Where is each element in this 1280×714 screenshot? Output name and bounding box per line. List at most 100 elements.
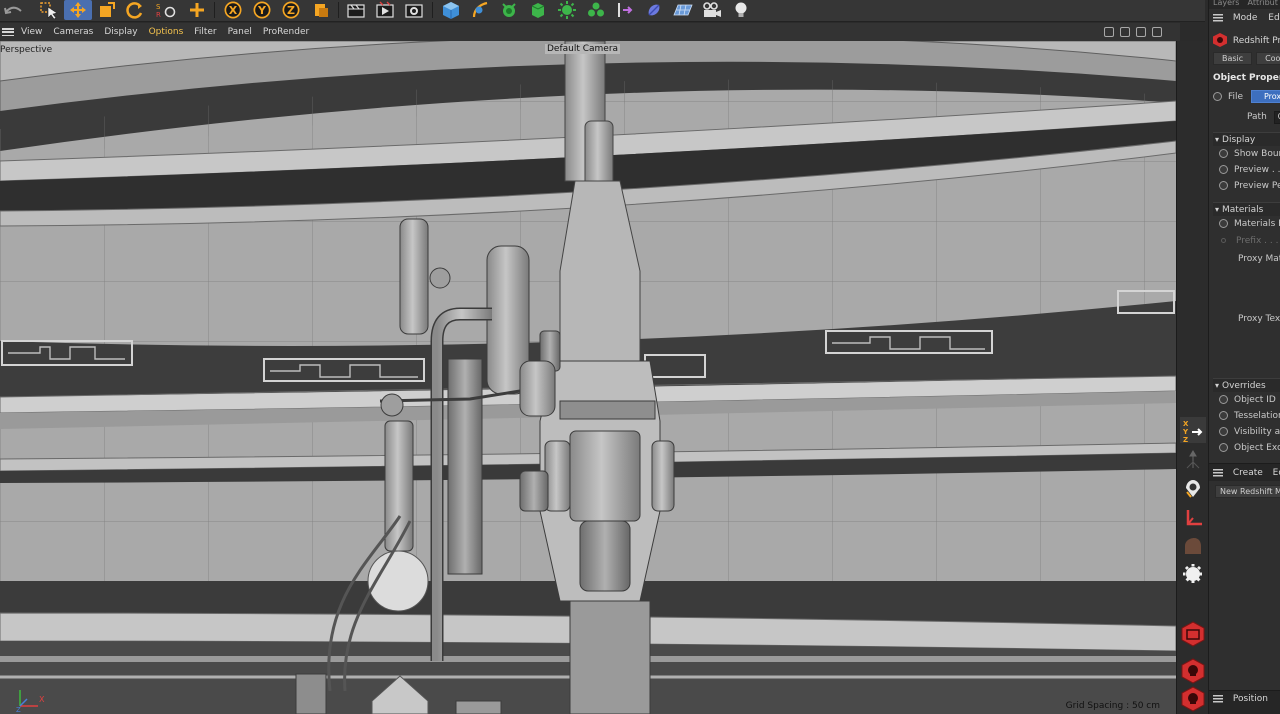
materials-label-1: Materials F <box>1234 219 1280 229</box>
new-redshift-material-button[interactable]: New Redshift M <box>1215 485 1280 498</box>
mograph-icon[interactable] <box>554 0 580 20</box>
overrides-radio-2[interactable] <box>1219 411 1228 420</box>
redshift-light-icon[interactable] <box>1180 686 1206 712</box>
display-radio-1[interactable] <box>1219 149 1228 158</box>
menu-cameras[interactable]: Cameras <box>53 27 93 37</box>
xyz-icon[interactable]: XYZ <box>1180 417 1206 443</box>
material-manager-header: Create Ed <box>1209 463 1280 481</box>
orbit-icon[interactable] <box>1136 27 1146 37</box>
light-icon[interactable] <box>728 0 754 20</box>
edit-menu-materials[interactable]: Ed <box>1273 468 1280 478</box>
tab-layers[interactable]: Layers <box>1213 0 1239 9</box>
tab-basic[interactable]: Basic <box>1213 52 1253 65</box>
undo-icon[interactable] <box>0 0 26 20</box>
redshift-render-icon[interactable] <box>1180 621 1206 647</box>
menu-filter[interactable]: Filter <box>194 27 216 37</box>
viewport-menu-hamburger-icon[interactable] <box>2 28 14 36</box>
display-radio-2[interactable] <box>1219 165 1228 174</box>
materials-section-header[interactable]: Materials <box>1213 202 1280 216</box>
pan-icon[interactable] <box>1104 27 1114 37</box>
panel-tabs: Layers Attribut <box>1209 0 1280 9</box>
scale-rotate-icon[interactable]: SR <box>152 0 180 20</box>
deformer-icon[interactable] <box>612 0 638 20</box>
path-row: Path C <box>1209 111 1280 124</box>
svg-text:R: R <box>156 11 161 19</box>
prefix-row: Prefix . . . <box>1209 236 1280 246</box>
display-radio-3[interactable] <box>1219 181 1228 190</box>
redshift-ipr-icon[interactable] <box>1180 658 1206 684</box>
maximize-icon[interactable] <box>1152 27 1162 37</box>
gear-icon[interactable] <box>1180 561 1206 587</box>
render-view-icon[interactable] <box>372 0 398 20</box>
x-axis-lock[interactable]: X <box>219 0 246 20</box>
create-menu[interactable]: Create <box>1233 468 1263 478</box>
subdivision-icon[interactable] <box>496 0 522 20</box>
overrides-radio-3[interactable] <box>1219 427 1228 436</box>
cube-icon[interactable] <box>438 0 464 20</box>
axis-z-label: Z <box>16 706 21 712</box>
redshift-proxy-icon <box>1213 33 1227 47</box>
move-axis-icon[interactable] <box>1180 447 1206 473</box>
overrides-label-1: Object ID <box>1234 395 1276 405</box>
edit-menu[interactable]: Edi <box>1268 13 1280 23</box>
materials-item-1[interactable]: Materials F <box>1209 219 1280 229</box>
lighting-icon[interactable] <box>1180 475 1206 501</box>
rotate-icon[interactable] <box>122 0 148 20</box>
menu-prorender[interactable]: ProRender <box>263 27 309 37</box>
tab-attributes[interactable]: Attribut <box>1247 0 1277 9</box>
camera-icon[interactable] <box>699 0 725 20</box>
object-properties-heading: Object Propertie <box>1213 73 1280 83</box>
xyz-x-letter: X <box>1183 420 1189 428</box>
xyz-y-letter: Y <box>1182 428 1189 436</box>
panel-mode-row: Mode Edi <box>1209 13 1280 23</box>
coordinates-header: Position <box>1209 690 1280 714</box>
scale-icon[interactable] <box>94 0 120 20</box>
menu-panel[interactable]: Panel <box>228 27 252 37</box>
add-icon[interactable] <box>184 0 210 20</box>
overrides-item-2[interactable]: Tesselation <box>1209 411 1280 421</box>
display-item-1[interactable]: Show Bour <box>1209 149 1280 159</box>
dolly-icon[interactable] <box>1120 27 1130 37</box>
display-item-2[interactable]: Preview . . <box>1209 165 1280 175</box>
axis-handle-icon[interactable] <box>1180 505 1206 531</box>
coordinates-menu-hamburger-icon[interactable] <box>1213 694 1223 703</box>
tab-coordinates[interactable]: Coor <box>1256 52 1280 65</box>
path-field[interactable]: C <box>1273 111 1280 124</box>
material-icon[interactable] <box>1180 533 1206 559</box>
overrides-section-header[interactable]: Overrides <box>1213 378 1280 392</box>
field-icon[interactable] <box>641 0 667 20</box>
floor-icon[interactable] <box>670 0 696 20</box>
select-icon[interactable] <box>36 0 62 20</box>
xyz-z-letter: Z <box>1183 436 1188 442</box>
z-axis-lock[interactable]: Z <box>277 0 304 20</box>
move-icon[interactable] <box>64 0 92 20</box>
coordinate-system-icon[interactable] <box>308 0 334 20</box>
file-radio[interactable] <box>1213 92 1222 101</box>
menu-options[interactable]: Options <box>149 27 184 37</box>
camera-label[interactable]: Default Camera <box>545 44 621 54</box>
panel-menu-hamburger-icon[interactable] <box>1213 13 1223 22</box>
menu-view[interactable]: View <box>21 27 42 37</box>
object-name: Redshift Pro <box>1232 35 1280 46</box>
z-axis-letter: Z <box>287 4 295 17</box>
proxy-button[interactable]: Proxy <box>1250 90 1280 103</box>
overrides-item-3[interactable]: Visibility an <box>1209 427 1280 437</box>
materials-radio-1[interactable] <box>1219 219 1228 228</box>
overrides-item-4[interactable]: Object Excl <box>1209 443 1280 453</box>
y-axis-lock[interactable]: Y <box>248 0 275 20</box>
y-axis-letter: Y <box>257 4 267 17</box>
display-section-header[interactable]: Display <box>1213 132 1280 146</box>
material-menu-hamburger-icon[interactable] <box>1213 468 1223 477</box>
overrides-item-1[interactable]: Object ID <box>1209 395 1280 405</box>
render-settings-icon[interactable] <box>401 0 427 20</box>
overrides-radio-1[interactable] <box>1219 395 1228 404</box>
extrude-icon[interactable] <box>525 0 551 20</box>
menu-display[interactable]: Display <box>104 27 137 37</box>
display-item-3[interactable]: Preview Per <box>1209 181 1280 191</box>
mode-menu[interactable]: Mode <box>1233 13 1258 23</box>
render-region-icon[interactable] <box>343 0 369 20</box>
pen-icon[interactable] <box>467 0 493 20</box>
overrides-radio-4[interactable] <box>1219 443 1228 452</box>
cloner-icon[interactable] <box>583 0 609 20</box>
viewport-perspective[interactable]: Perspective Default Camera Grid Spacing … <box>0 41 1176 714</box>
